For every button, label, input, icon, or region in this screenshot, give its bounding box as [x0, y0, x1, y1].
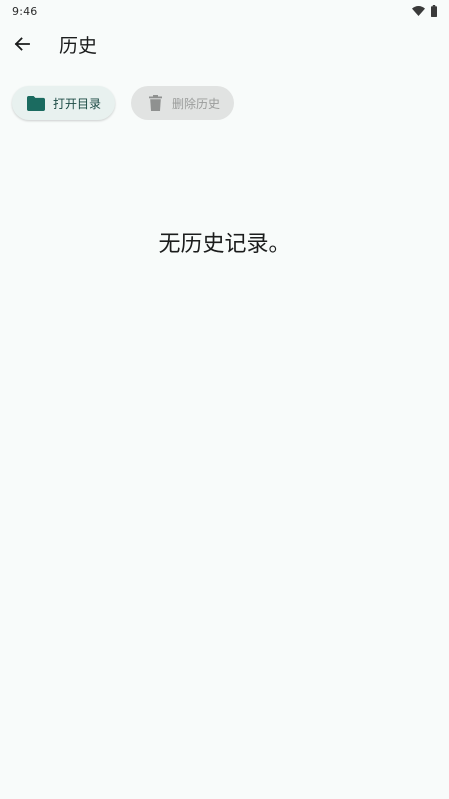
- delete-history-icon-wrap: [145, 93, 165, 113]
- app-bar: 历史: [0, 22, 449, 66]
- open-directory-button[interactable]: 打开目录: [12, 86, 116, 120]
- status-icons: [412, 5, 437, 17]
- history-screen: 9:46 历史 打开目录 删除历史 无历史记录。: [0, 0, 449, 799]
- status-bar: 9:46: [0, 0, 449, 22]
- status-time: 9:46: [12, 4, 38, 18]
- page-title: 历史: [59, 34, 98, 57]
- trash-icon: [148, 95, 162, 111]
- battery-icon: [431, 5, 437, 17]
- folder-icon: [27, 95, 45, 111]
- wifi-icon: [412, 6, 425, 16]
- open-directory-label: 打开目录: [53, 96, 102, 111]
- empty-state-message: 无历史记录。: [158, 232, 291, 257]
- arrow-left-icon: [14, 37, 30, 51]
- open-directory-icon-wrap: [26, 93, 46, 113]
- back-button[interactable]: [0, 22, 44, 66]
- delete-history-button[interactable]: 删除历史: [131, 86, 235, 120]
- delete-history-label: 删除历史: [172, 96, 221, 111]
- action-chips: 打开目录 删除历史: [12, 86, 235, 120]
